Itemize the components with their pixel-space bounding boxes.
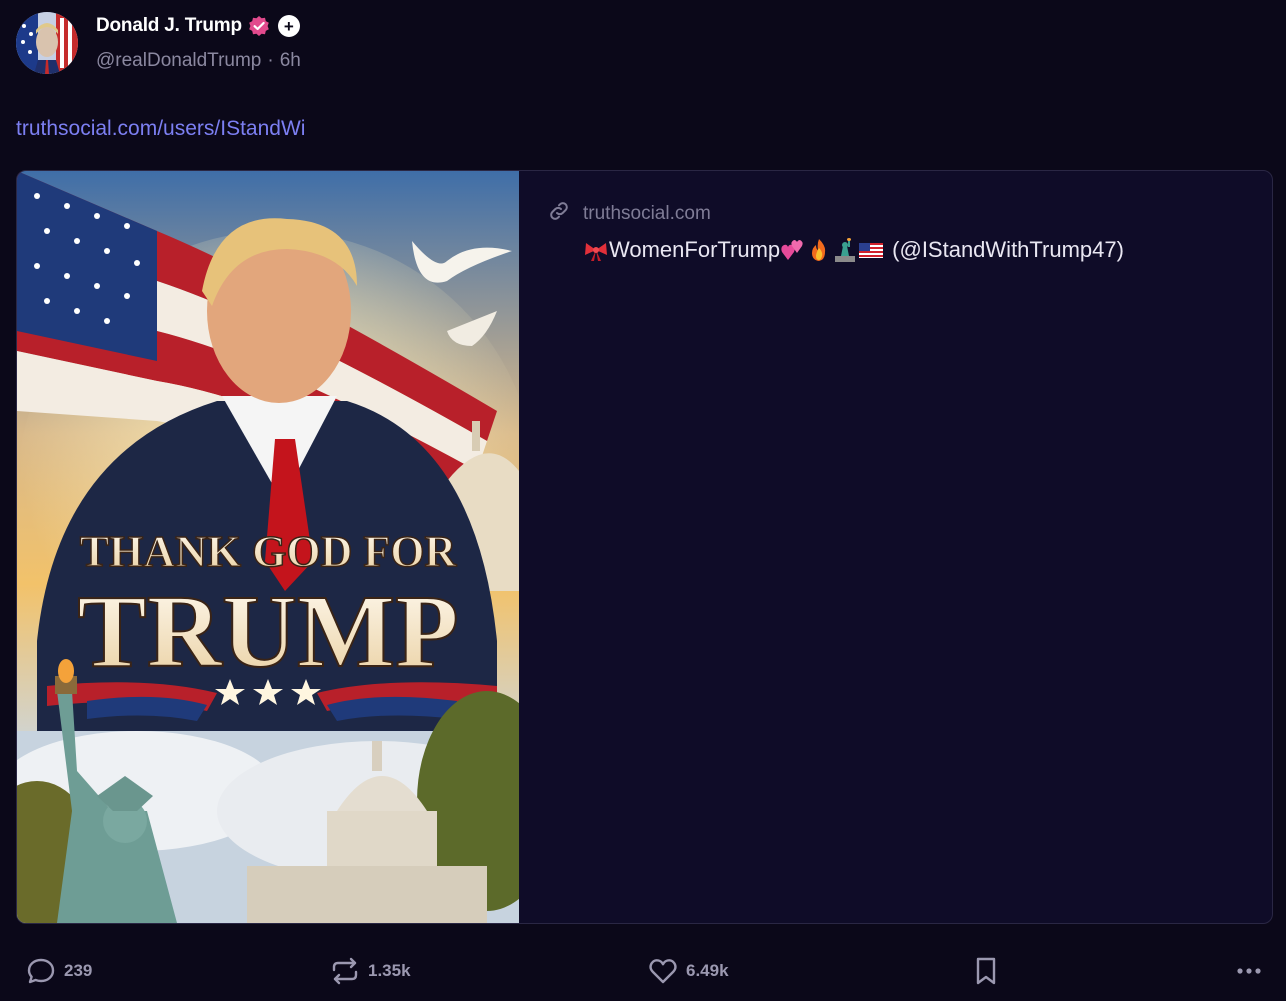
verified-icon [248, 15, 270, 37]
separator: · [267, 50, 274, 71]
card-image: THANK GOD FOR TRUMP [17, 171, 519, 923]
repost-count: 1.35k [368, 961, 411, 980]
more-button[interactable] [1234, 956, 1264, 986]
bookmark-button[interactable] [972, 956, 1000, 986]
card-title-handle: (@IStandWithTrump47) [892, 237, 1124, 262]
like-count: 6.49k [686, 961, 729, 980]
repost-icon [332, 957, 358, 985]
link-preview-card[interactable]: THANK GOD FOR TRUMP truthsocial.com Wome… [16, 170, 1273, 924]
card-domain-row: truthsocial.com [547, 199, 1252, 229]
us-flag-emoji [858, 238, 884, 262]
reply-button[interactable]: 239 [26, 956, 92, 986]
ribbon-emoji [583, 238, 609, 262]
card-domain[interactable]: truthsocial.com [583, 203, 711, 225]
bookmark-icon [976, 957, 996, 985]
author-handle[interactable]: @realDonaldTrump [96, 50, 261, 72]
hearts-emoji [780, 238, 806, 262]
post-actions: 239 1.35k 6.49k [0, 950, 1286, 994]
post: Donald J. Trump + @realDonaldTrump · 6h … [0, 0, 1286, 1001]
image-text-line2: TRUMP [77, 574, 458, 689]
avatar[interactable] [16, 12, 78, 74]
like-button[interactable]: 6.49k [648, 956, 729, 986]
repost-button[interactable]: 1.35k [330, 956, 411, 986]
link-icon [547, 199, 571, 229]
author-name[interactable]: Donald J. Trump [96, 15, 242, 37]
like-icon [649, 959, 677, 984]
post-time[interactable]: 6h [280, 50, 301, 72]
handle-row: @realDonaldTrump · 6h [96, 50, 301, 72]
fire-emoji [806, 238, 832, 262]
more-icon [1237, 968, 1261, 974]
image-text-line1: THANK GOD FOR [80, 527, 458, 576]
card-body: truthsocial.com WomenForTrump (@IStandWi… [547, 199, 1252, 263]
author-name-row: Donald J. Trump + [96, 12, 300, 40]
card-title[interactable]: WomenForTrump (@IStandWithTrump47) [583, 237, 1252, 263]
reply-icon [27, 958, 55, 984]
reply-count: 239 [64, 961, 93, 980]
post-link[interactable]: truthsocial.com/users/IStandWi [16, 117, 305, 141]
card-title-text: WomenForTrump [609, 237, 781, 262]
plus-icon: + [277, 15, 300, 37]
statue-of-liberty-emoji [832, 238, 858, 262]
